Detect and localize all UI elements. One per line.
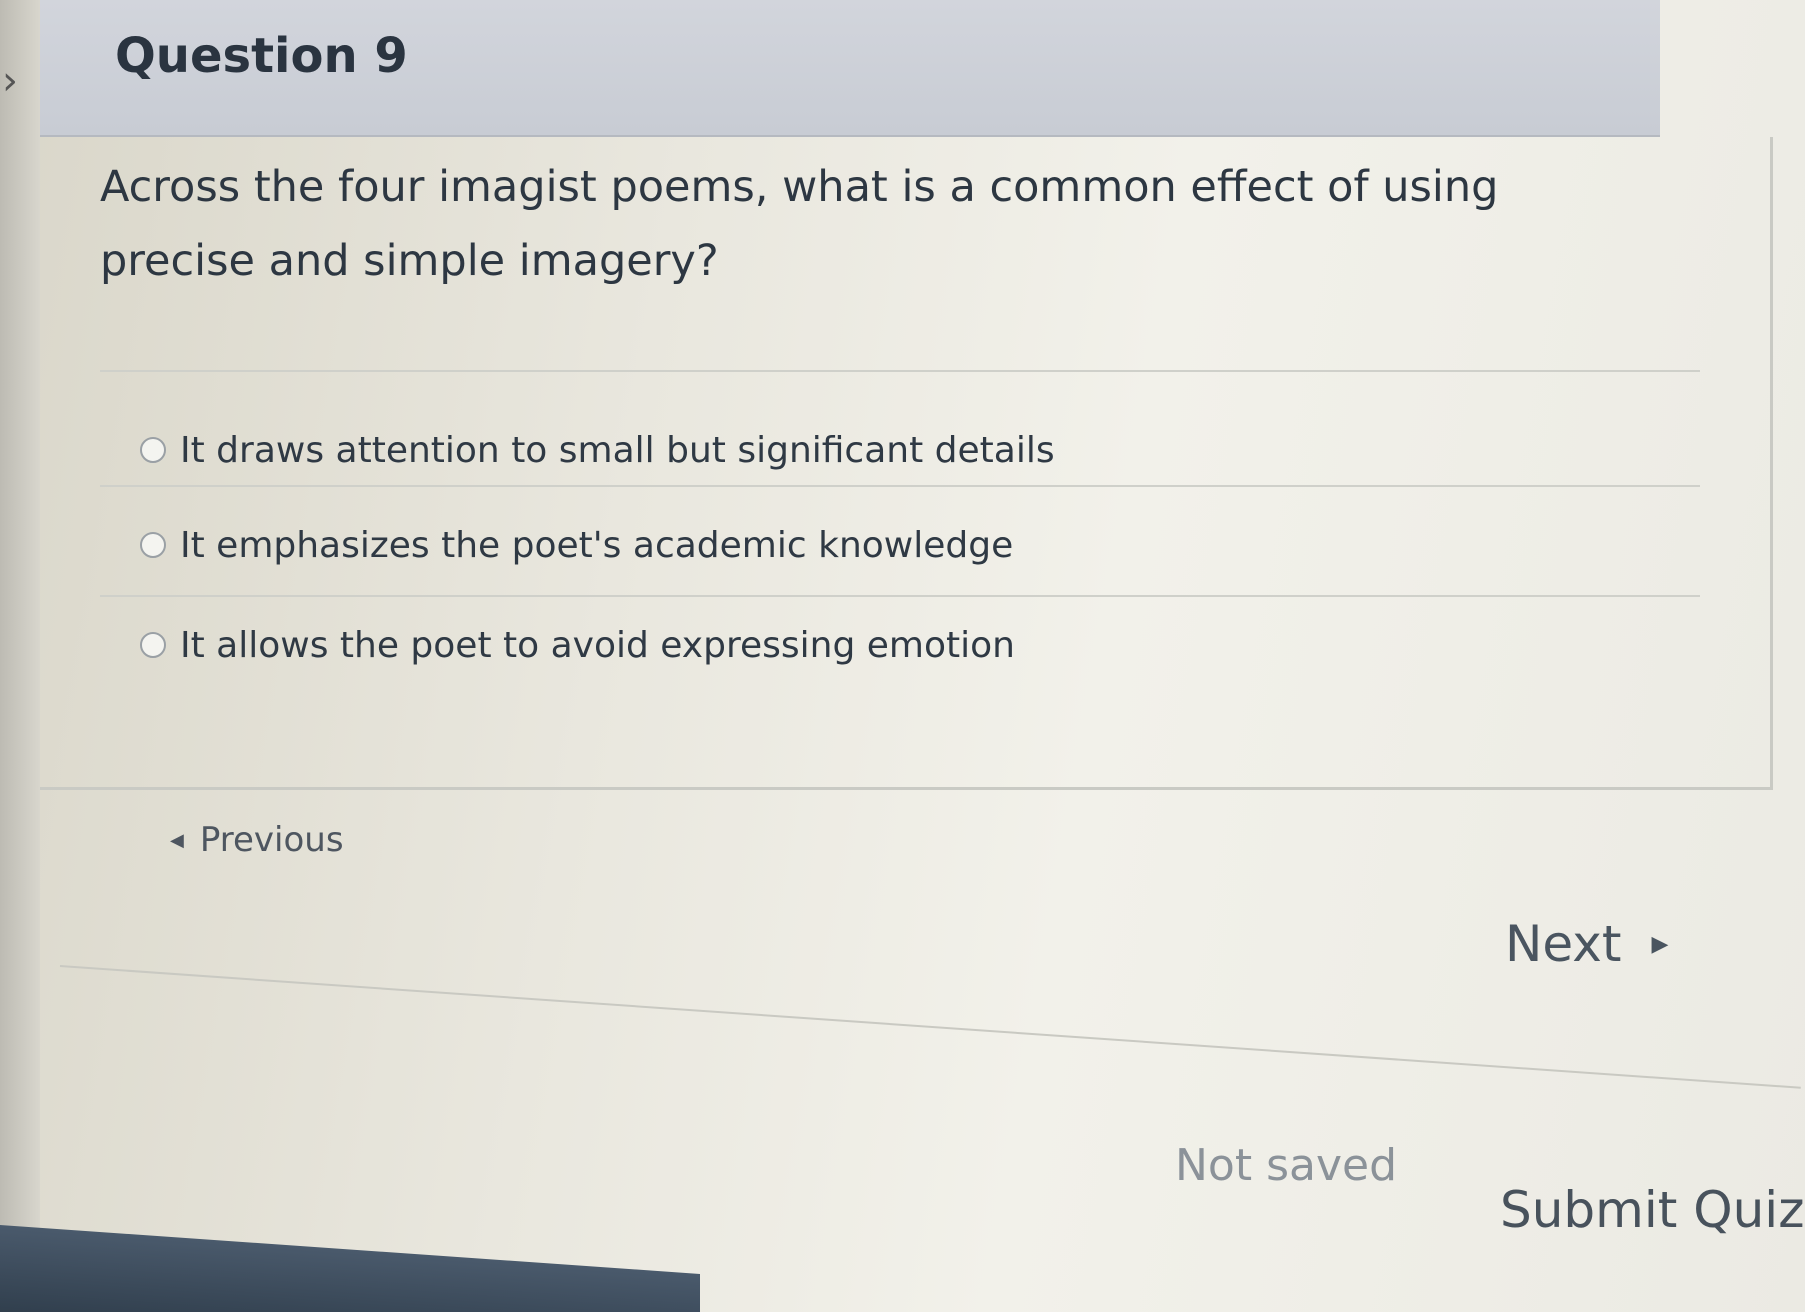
radio-button[interactable] <box>140 532 166 558</box>
next-button[interactable]: Next ▶ <box>1505 915 1668 973</box>
submit-quiz-button[interactable]: Submit Quiz <box>1500 1170 1805 1250</box>
question-header: Question 9 <box>40 0 1660 137</box>
quiz-screen: › Question 9 Across the four imagist poe… <box>0 0 1805 1312</box>
answer-label: It draws attention to small but signific… <box>180 429 1055 471</box>
answer-label: It allows the poet to avoid expressing e… <box>180 624 1015 666</box>
save-status: Not saved <box>1175 1140 1397 1191</box>
question-text: Across the four imagist poems, what is a… <box>100 162 1499 286</box>
previous-label: Previous <box>199 820 344 860</box>
previous-button[interactable]: ◀ Previous <box>170 820 344 860</box>
answer-divider <box>100 485 1700 487</box>
triangle-right-icon: ▶ <box>1651 931 1669 957</box>
radio-button[interactable] <box>140 437 166 463</box>
question-divider <box>100 370 1700 372</box>
answer-option[interactable]: It draws attention to small but signific… <box>140 420 1055 480</box>
triangle-left-icon: ◀ <box>170 829 184 851</box>
answer-option[interactable]: It emphasizes the poet's academic knowle… <box>140 515 1013 575</box>
bezel-edge <box>0 1225 700 1312</box>
next-label: Next <box>1505 915 1622 973</box>
radio-button[interactable] <box>140 632 166 658</box>
left-sidebar-edge <box>0 0 40 1230</box>
answer-divider <box>100 595 1700 597</box>
chevron-right-icon[interactable]: › <box>2 58 18 104</box>
question-title: Question 9 <box>115 28 408 84</box>
footer-divider <box>59 965 1801 1089</box>
answer-option[interactable]: It allows the poet to avoid expressing e… <box>140 615 1015 675</box>
answer-label: It emphasizes the poet's academic knowle… <box>180 524 1014 566</box>
